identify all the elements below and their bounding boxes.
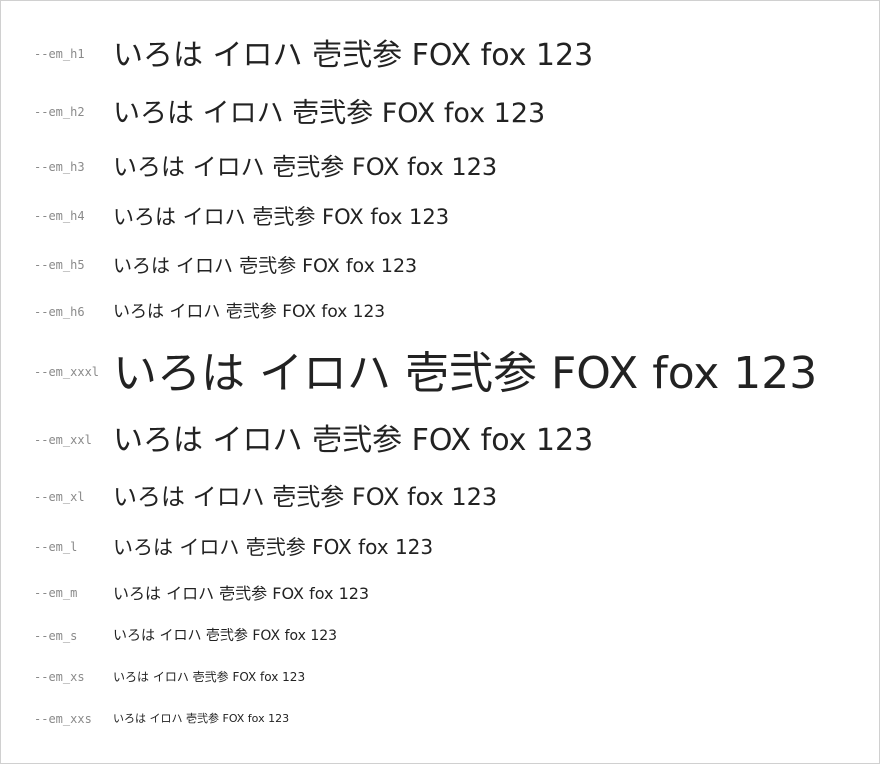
sample-text-em-xs: いろは イロハ 壱弐参 FOX fox 123 — [113, 670, 306, 684]
token-label-em-xl: --em_xl — [34, 490, 85, 504]
sample-text-em-h5: いろは イロハ 壱弐参 FOX fox 123 — [113, 255, 418, 277]
token-label-em-h3: --em_h3 — [34, 160, 85, 174]
sample-text-em-l: いろは イロハ 壱弐参 FOX fox 123 — [113, 535, 434, 559]
token-label-em-h1: --em_h1 — [34, 47, 85, 61]
sample-text-em-m: いろは イロハ 壱弐参 FOX fox 123 — [113, 584, 370, 603]
sample-text-em-h4: いろは イロハ 壱弐参 FOX fox 123 — [113, 205, 450, 229]
token-label-em-xxxl: --em_xxxl — [34, 365, 100, 379]
token-label-em-s: --em_s — [34, 629, 78, 643]
sample-text-em-xxs: いろは イロハ 壱弐参 FOX fox 123 — [113, 712, 290, 725]
token-label-em-h2: --em_h2 — [34, 105, 85, 119]
sample-text-em-h6: いろは イロハ 壱弐参 FOX fox 123 — [113, 302, 386, 322]
token-label-em-h6: --em_h6 — [34, 305, 85, 319]
sample-text-em-xl: いろは イロハ 壱弐参 FOX fox 123 — [113, 483, 498, 511]
sample-text-em-h1: いろは イロハ 壱弐参 FOX fox 123 — [113, 38, 594, 73]
sample-text-em-s: いろは イロハ 壱弐参 FOX fox 123 — [113, 628, 338, 644]
token-label-em-l: --em_l — [34, 540, 78, 554]
token-label-em-xxs: --em_xxs — [34, 712, 92, 726]
token-label-em-h4: --em_h4 — [34, 209, 85, 223]
token-label-em-m: --em_m — [34, 586, 78, 600]
sample-text-em-h3: いろは イロハ 壱弐参 FOX fox 123 — [113, 153, 498, 181]
token-label-em-xxl: --em_xxl — [34, 433, 92, 447]
sample-text-em-xxl: いろは イロハ 壱弐参 FOX fox 123 — [113, 423, 594, 458]
sample-text-em-xxxl: いろは イロハ 壱弐参 FOX fox 123 — [113, 348, 818, 399]
token-label-em-h5: --em_h5 — [34, 258, 85, 272]
sample-text-em-h2: いろは イロハ 壱弐参 FOX fox 123 — [113, 98, 546, 129]
type-scale-panel: --em_h1 いろは イロハ 壱弐参 FOX fox 123 --em_h2 … — [0, 0, 880, 764]
token-label-em-xs: --em_xs — [34, 670, 85, 684]
